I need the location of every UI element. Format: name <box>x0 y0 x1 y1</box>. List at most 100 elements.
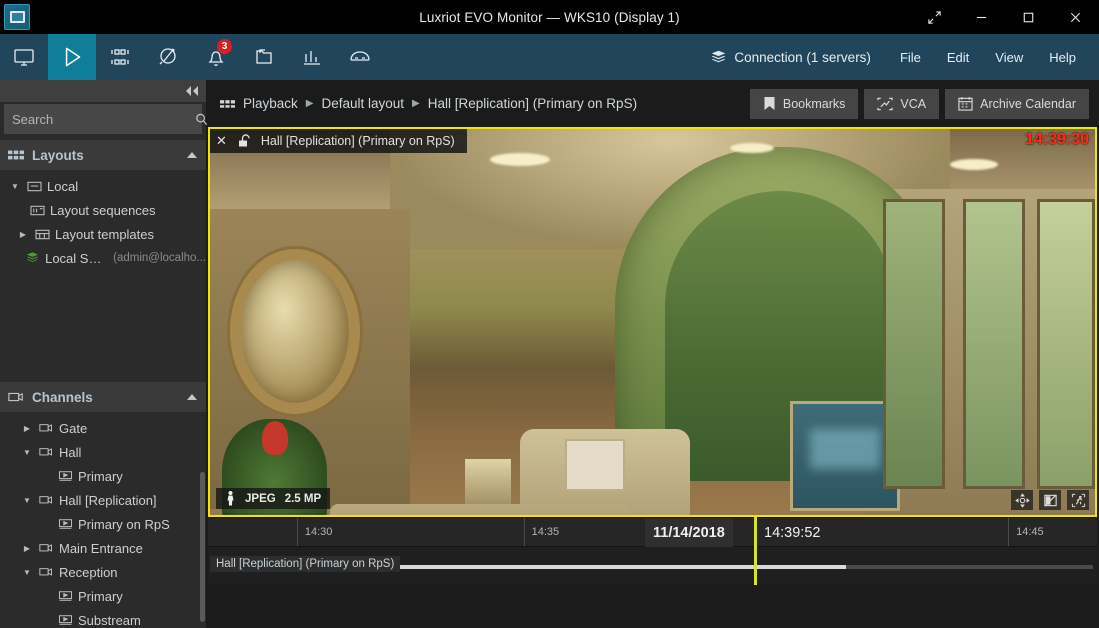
menu-help[interactable]: Help <box>1036 44 1089 71</box>
tree-item-sublabel: (admin@localho... <box>113 252 206 264</box>
close-x-icon[interactable]: ✕ <box>216 133 227 149</box>
vca-button[interactable]: VCA <box>864 88 940 119</box>
search-input[interactable] <box>12 111 188 127</box>
tree-item-gate[interactable]: ▶ Gate <box>0 416 206 440</box>
breadcrumb-item-playback[interactable]: Playback <box>243 96 298 111</box>
chevron-up-icon[interactable] <box>186 393 198 401</box>
video-feed[interactable] <box>210 129 1095 515</box>
unlocked-padlock-icon[interactable] <box>237 134 251 148</box>
timeline-date-badge: 11/14/2018 <box>645 518 733 547</box>
sequence-icon <box>30 204 45 217</box>
tree-item-hall-primary[interactable]: Primary <box>0 464 206 488</box>
ptz-arrows-icon[interactable] <box>1011 490 1033 510</box>
tree-item-reception-substream[interactable]: Substream <box>0 608 206 628</box>
minimize-icon[interactable] <box>958 0 1005 34</box>
camera-icon <box>39 446 54 458</box>
sidebar-section-channels[interactable]: Channels <box>0 382 206 412</box>
running-person-icon[interactable] <box>1067 490 1089 510</box>
breadcrumb: Playback ▶ Default layout ▶ Hall [Replic… <box>220 96 637 111</box>
menu-file[interactable]: File <box>887 44 934 71</box>
chevron-down-icon[interactable]: ▼ <box>20 496 34 505</box>
timeline-playhead[interactable] <box>754 517 757 585</box>
tree-item-label: Hall [Replication] <box>59 492 157 508</box>
stream-icon <box>58 518 73 530</box>
search-row <box>4 104 208 134</box>
tree-item-layout-templates[interactable]: ▶ Layout templates <box>0 222 206 246</box>
video-info-badge: JPEG 2.5 MP <box>216 488 331 509</box>
chevron-right-icon[interactable]: ▶ <box>20 424 34 433</box>
channels-scrollbar[interactable] <box>200 472 205 622</box>
server-stack-icon <box>710 49 727 66</box>
chevron-right-icon[interactable]: ▶ <box>20 544 34 553</box>
tab-layouts[interactable] <box>96 34 144 80</box>
timeline-track[interactable]: Hall [Replication] (Primary on RpS) <box>208 517 1097 585</box>
chevron-down-icon[interactable]: ▼ <box>20 448 34 457</box>
double-chevron-left-icon[interactable] <box>184 85 200 97</box>
tree-item-hall[interactable]: ▼ Hall <box>0 440 206 464</box>
tree-item-primary-on-rps[interactable]: Primary on RpS <box>0 512 206 536</box>
tree-item-label: Hall <box>59 444 82 460</box>
tab-archive[interactable] <box>240 34 288 80</box>
archive-calendar-button[interactable]: Archive Calendar <box>945 88 1089 119</box>
video-overlay-header: ✕ Hall [Replication] (Primary on RpS) <box>210 129 467 153</box>
timeline-track-label: Hall [Replication] (Primary on RpS) <box>210 556 401 572</box>
search-icon[interactable] <box>194 112 209 127</box>
expand-arrows-icon[interactable] <box>911 0 958 34</box>
contrast-icon[interactable] <box>1039 490 1061 510</box>
tree-item-main-entrance[interactable]: ▶ Main Entrance <box>0 536 206 560</box>
tree-item-layout-sequences[interactable]: Layout sequences <box>0 198 206 222</box>
tree-item-local[interactable]: ▼ Local <box>0 174 206 198</box>
connection-label: Connection (1 servers) <box>734 49 871 65</box>
timeline-ruler[interactable]: 14:30 14:35 14:45 11/14/2018 14:39:52 <box>208 517 1097 547</box>
chevron-down-icon[interactable]: ▼ <box>20 568 34 577</box>
main-toolbar: 3 Connection (1 servers) File Edit View … <box>0 34 1099 80</box>
video-codec: JPEG <box>245 492 276 505</box>
title-bar: Luxriot EVO Monitor — WKS10 (Display 1) <box>0 0 1099 34</box>
chevron-up-icon[interactable] <box>186 151 198 159</box>
tree-item-label: Primary <box>78 468 123 484</box>
video-panel[interactable]: ✕ Hall [Replication] (Primary on RpS) 14… <box>208 127 1097 517</box>
folder-icon <box>27 180 42 193</box>
stream-icon <box>58 614 73 626</box>
tab-lpr[interactable] <box>336 34 384 80</box>
chevron-right-icon[interactable]: ▶ <box>16 230 30 239</box>
timeline-recording-bar-fill <box>398 565 847 569</box>
tab-maps[interactable] <box>144 34 192 80</box>
menu-view[interactable]: View <box>982 44 1036 71</box>
maximize-square-icon[interactable] <box>1005 0 1052 34</box>
tree-item-local-server[interactable]: ▶ Local Server (admin@localho... <box>0 246 206 270</box>
tree-item-hall-replication[interactable]: ▼ Hall [Replication] <box>0 488 206 512</box>
timeline-tick-label: 14:30 <box>304 526 333 538</box>
sidebar: Layouts ▼ Local Layout sequences ▶ <box>0 80 208 628</box>
breadcrumb-bar: Playback ▶ Default layout ▶ Hall [Replic… <box>206 80 1099 127</box>
tab-live-view[interactable] <box>0 34 48 80</box>
tree-item-label: Primary <box>78 588 123 604</box>
video-tools <box>1011 490 1089 510</box>
tree-item-label: Main Entrance <box>59 540 143 556</box>
tab-reports[interactable] <box>288 34 336 80</box>
breadcrumb-item-default-layout[interactable]: Default layout <box>321 96 404 111</box>
camera-icon <box>39 494 54 506</box>
close-x-icon[interactable] <box>1052 0 1099 34</box>
breadcrumb-item-channel[interactable]: Hall [Replication] (Primary on RpS) <box>428 96 637 111</box>
tab-playback[interactable] <box>48 34 96 80</box>
app-monitor-logo-icon <box>0 0 34 34</box>
tree-item-reception-primary[interactable]: Primary <box>0 584 206 608</box>
bookmarks-button[interactable]: Bookmarks <box>749 88 859 119</box>
bookmarks-button-label: Bookmarks <box>782 96 846 111</box>
body-area: Layouts ▼ Local Layout sequences ▶ <box>0 80 1099 628</box>
sidebar-section-layouts-label: Layouts <box>32 147 84 163</box>
archive-calendar-button-label: Archive Calendar <box>980 96 1076 111</box>
connection-button[interactable]: Connection (1 servers) <box>694 49 887 66</box>
camera-icon <box>39 542 54 554</box>
chevron-down-icon[interactable]: ▼ <box>8 182 22 191</box>
sidebar-section-layouts[interactable]: Layouts <box>0 140 206 170</box>
timeline-recording-bar[interactable] <box>398 565 1093 569</box>
main-panel: Playback ▶ Default layout ▶ Hall [Replic… <box>206 80 1099 628</box>
tree-item-reception[interactable]: ▼ Reception <box>0 560 206 584</box>
tab-alarms[interactable]: 3 <box>192 34 240 80</box>
sidebar-section-channels-label: Channels <box>32 389 93 405</box>
layouts-tree: ▼ Local Layout sequences ▶ Layout templa… <box>0 170 206 376</box>
menu-edit[interactable]: Edit <box>934 44 982 71</box>
breadcrumb-actions: Bookmarks VCA Archive Calendar <box>749 88 1089 119</box>
